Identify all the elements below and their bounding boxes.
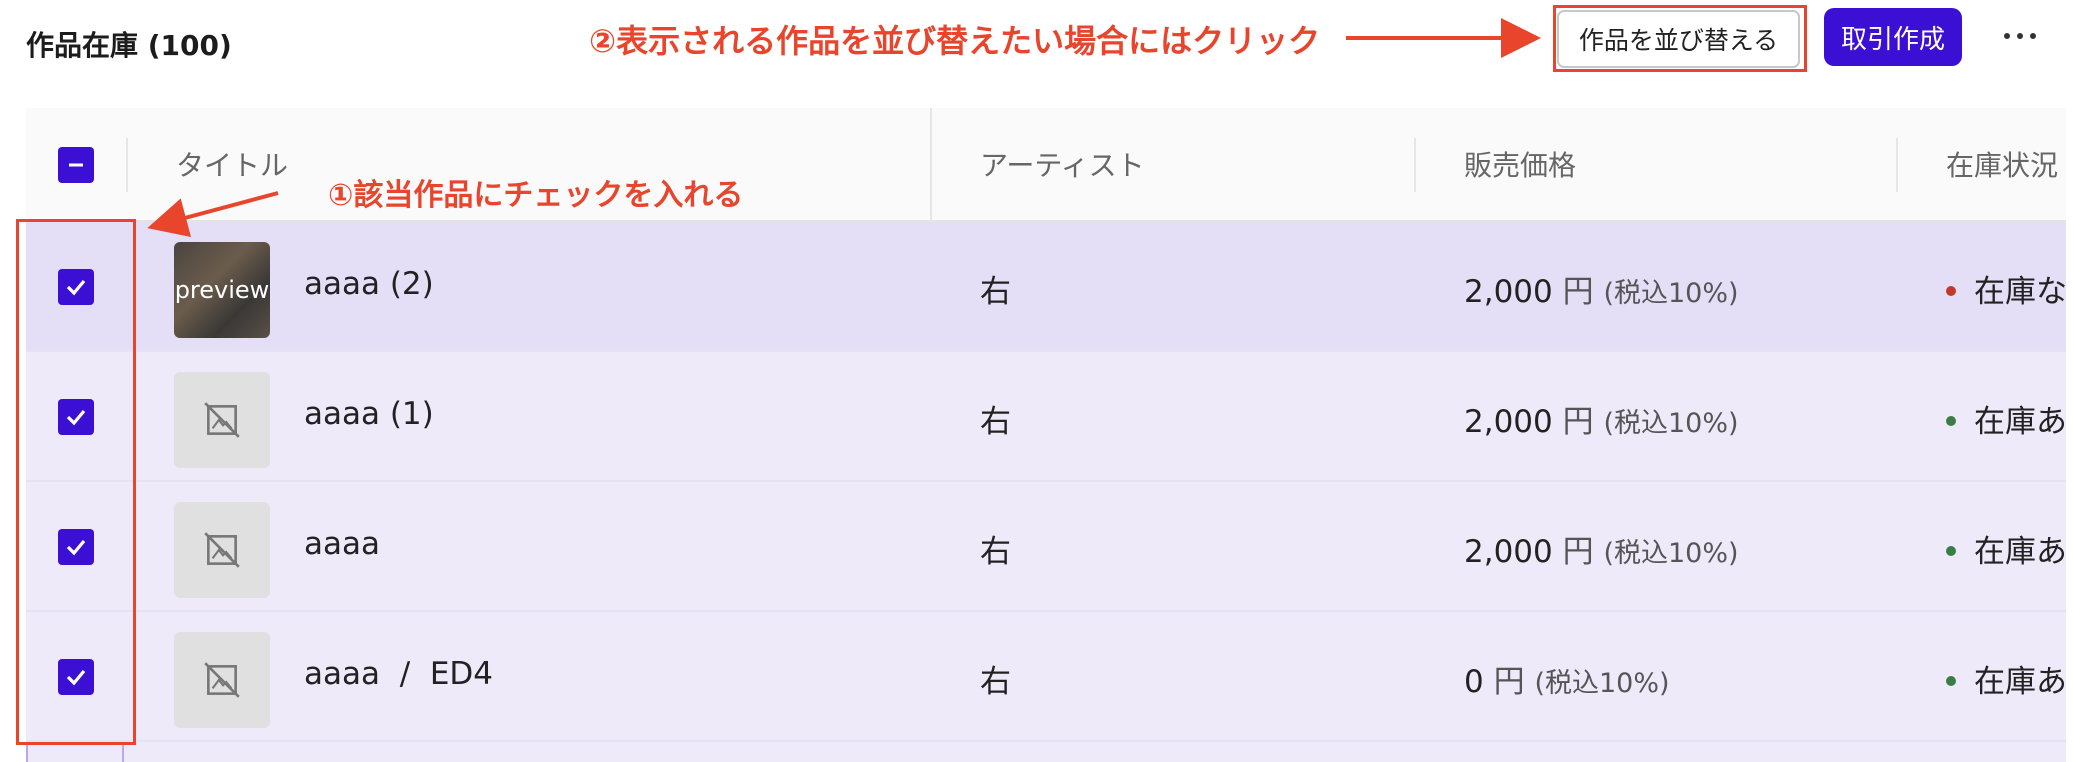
row-artist: 右: [980, 534, 1011, 570]
table-row[interactable]: aaaa / ED4 右 0 円 (税込10%) 在庫あ: [26, 612, 2066, 742]
row-price: 0 円 (税込10%): [1464, 664, 1670, 700]
artwork-thumbnail: preview: [174, 242, 270, 338]
row-stock-status: 在庫あ: [1946, 526, 2066, 571]
row-price: 2,000 円 (税込10%): [1464, 404, 1739, 440]
row-stock-status: 在庫あ: [1946, 656, 2066, 701]
row-stock-status: 在庫あ: [1946, 396, 2066, 441]
row-stock-status: 在庫な: [1946, 266, 2066, 311]
row-title[interactable]: aaaa / ED4: [304, 656, 493, 692]
table-row[interactable]: [26, 742, 2066, 762]
table-row[interactable]: aaaa 右 2,000 円 (税込10%) 在庫あ: [26, 482, 2066, 612]
row-title[interactable]: aaaa (1): [304, 396, 434, 432]
page-title: 作品在庫 (100): [26, 29, 232, 62]
minus-icon: [69, 163, 83, 167]
row-price: 2,000 円 (税込10%): [1464, 274, 1739, 310]
row-artist: 右: [980, 274, 1011, 310]
table-row[interactable]: preview aaaa (2) 右 2,000 円 (税込10%) 在庫な: [26, 222, 2066, 352]
row-artist: 右: [980, 664, 1011, 700]
row-checkbox[interactable]: [26, 742, 124, 762]
status-dot-icon: [1946, 675, 1956, 686]
annotation-step1: ①該当作品にチェックを入れる: [328, 178, 744, 213]
column-header-artist[interactable]: アーティスト: [980, 144, 1145, 184]
row-price: 2,000 円 (税込10%): [1464, 534, 1739, 570]
annotation-reorder-highlight: [1553, 5, 1807, 72]
more-options-icon[interactable]: [1996, 16, 2044, 56]
row-title[interactable]: aaaa: [304, 526, 380, 562]
annotation-checkbox-highlight: [16, 219, 136, 745]
column-header-stock[interactable]: 在庫状況: [1946, 144, 2058, 184]
select-all-checkbox[interactable]: [58, 147, 94, 183]
no-image-icon: [174, 632, 270, 728]
status-dot-icon: [1946, 545, 1956, 556]
row-title[interactable]: aaaa (2): [304, 266, 434, 302]
column-header-price[interactable]: 販売価格: [1464, 144, 1576, 184]
thumbnail-preview-label: preview: [174, 276, 270, 304]
no-image-icon: [174, 502, 270, 598]
row-artist: 右: [980, 404, 1011, 440]
status-dot-icon: [1946, 415, 1956, 426]
annotation-step2: ②表示される作品を並び替えたい場合にはクリック: [589, 22, 1321, 60]
status-dot-icon: [1946, 285, 1956, 296]
create-transaction-button[interactable]: 取引作成: [1824, 8, 1962, 66]
table-row[interactable]: aaaa (1) 右 2,000 円 (税込10%) 在庫あ: [26, 352, 2066, 482]
no-image-icon: [174, 372, 270, 468]
column-header-title[interactable]: タイトル: [176, 144, 288, 184]
